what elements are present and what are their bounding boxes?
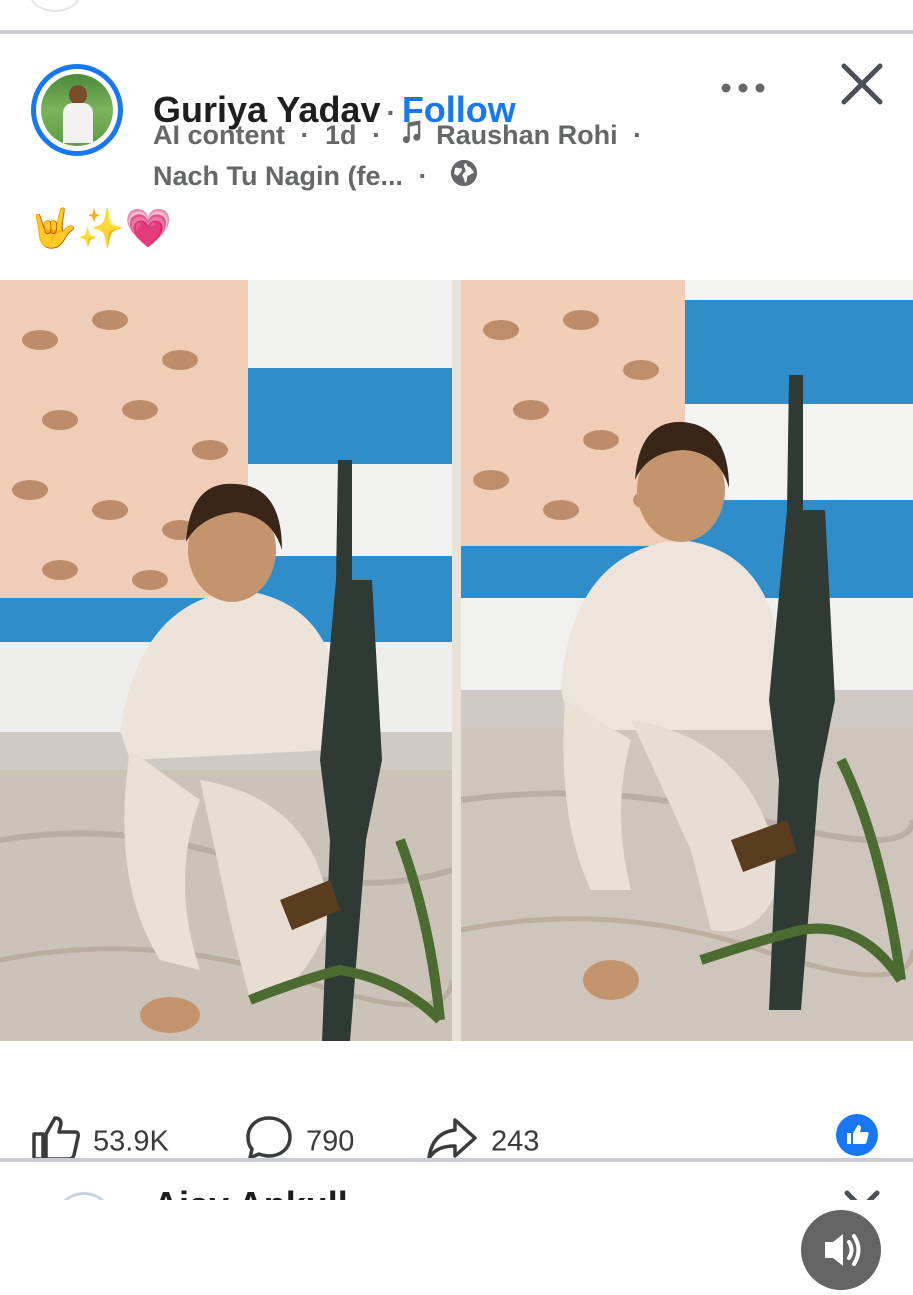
music-note-icon — [397, 118, 425, 153]
like-count: 53.9K — [93, 1125, 169, 1158]
next-post-avatar[interactable] — [54, 1192, 114, 1200]
like-badge-icon — [836, 1114, 878, 1156]
post-meta-line-1: AI content · 1d · Raushan Rohi · — [153, 118, 650, 153]
share-count: 243 — [491, 1125, 540, 1158]
separator-dot: · — [418, 161, 428, 191]
separator-dot: · — [633, 120, 643, 150]
close-icon[interactable] — [838, 60, 886, 108]
post-photo-left[interactable] — [0, 280, 452, 1041]
previous-post-remnant — [0, 0, 913, 30]
comment-count: 790 — [306, 1125, 355, 1158]
song-title[interactable]: Nach Tu Nagin (fe... — [153, 161, 403, 191]
previous-avatar-edge — [30, 0, 80, 12]
post-meta-line-2: Nach Tu Nagin (fe... · — [153, 158, 479, 195]
next-post-header: Ajay Ankull — [0, 1162, 913, 1200]
separator-dot: · — [372, 120, 382, 150]
ai-content-label[interactable]: AI content — [153, 120, 285, 150]
globe-icon — [449, 158, 479, 195]
author-avatar[interactable] — [31, 64, 123, 156]
post-media[interactable] — [0, 280, 913, 1290]
sound-icon — [825, 1234, 861, 1266]
post-photo-right[interactable] — [461, 280, 913, 1041]
music-artist[interactable]: Raushan Rohi — [436, 120, 618, 150]
next-post-author[interactable]: Ajay Ankull — [153, 1184, 348, 1200]
feed-post: Guriya Yadav · Follow AI content · 1d · Ra… — [0, 34, 913, 1290]
separator-dot: · — [300, 120, 310, 150]
sound-toggle-button[interactable] — [801, 1210, 881, 1290]
post-time[interactable]: 1d — [325, 120, 357, 150]
close-icon[interactable] — [842, 1188, 882, 1200]
post-caption: 🤟✨💗 — [30, 208, 172, 250]
avatar-image — [41, 74, 113, 146]
more-icon[interactable] — [718, 78, 768, 98]
